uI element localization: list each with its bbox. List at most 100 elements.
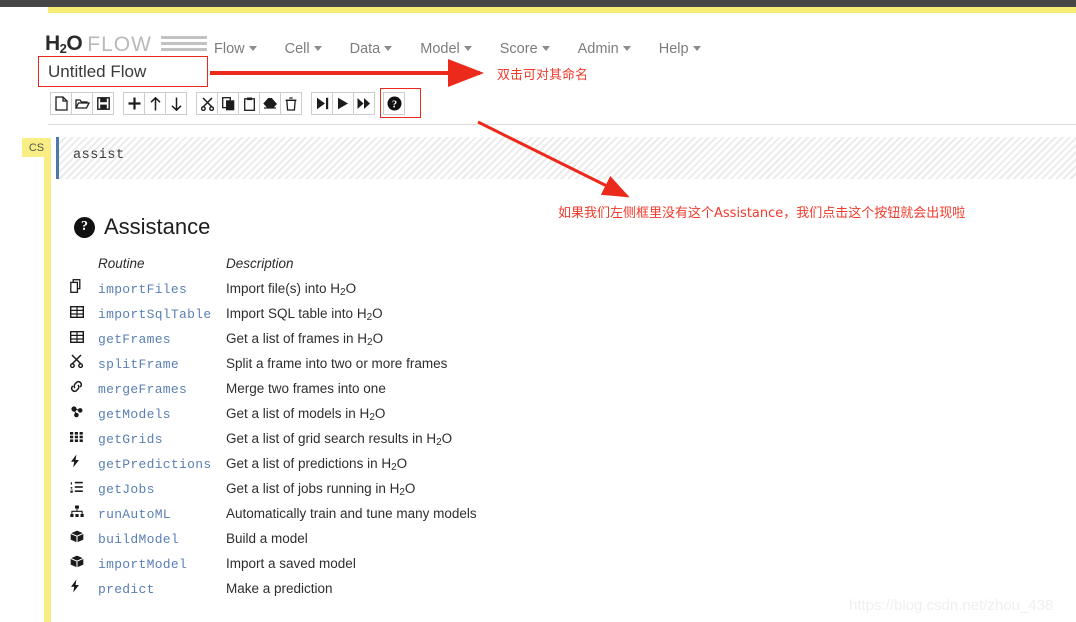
copy-files-icon	[70, 276, 98, 301]
lightning-icon	[70, 576, 98, 601]
chevron-down-icon	[463, 46, 472, 51]
chevron-down-icon	[384, 46, 393, 51]
open-flow-button[interactable]	[71, 92, 93, 115]
routine-link[interactable]: importModel	[98, 557, 187, 572]
table-row: mergeFrames Merge two frames into one	[70, 376, 477, 401]
routine-link[interactable]: importFiles	[98, 282, 187, 297]
sitemap-icon	[70, 501, 98, 526]
menu-item-data[interactable]: Data	[336, 37, 407, 61]
brand-logo: H2O FLOW	[45, 33, 207, 55]
assist-button-group: ?	[380, 88, 421, 118]
flow-name-container[interactable]	[38, 56, 208, 87]
table-row: getModels Get a list of models in H2O	[70, 401, 477, 426]
run-button-group	[311, 92, 375, 115]
table-row: getFrames Get a list of frames in H2O	[69, 326, 477, 351]
toolbar-divider	[48, 124, 1076, 125]
routine-description: Make a prediction	[226, 580, 333, 596]
menu-item-cell[interactable]: Cell	[271, 37, 336, 61]
routine-description: Merge two frames into one	[226, 380, 386, 396]
flow-name-input[interactable]	[38, 56, 208, 87]
delete-cell-button[interactable]	[280, 92, 302, 115]
routine-link[interactable]: runAutoML	[98, 507, 171, 522]
menu-item-flow[interactable]: Flow	[200, 37, 271, 61]
table-row: runAutoML Automatically train and tune m…	[70, 501, 477, 526]
routine-description: Get a list of grid search results in H2O	[226, 430, 453, 448]
cell-input-text: assist	[73, 148, 125, 163]
routine-link[interactable]: importSqlTable	[98, 307, 211, 322]
menu-item-admin[interactable]: Admin	[564, 37, 645, 61]
file-button-group	[50, 92, 114, 115]
link-icon	[70, 376, 98, 401]
assist-me-button[interactable]: ?	[383, 92, 405, 115]
routine-link[interactable]: getPredictions	[98, 457, 211, 472]
clipboard-button-group	[196, 92, 302, 115]
table-row: splitFrame Split a frame into two or mor…	[69, 351, 477, 376]
main-menu-bar: Flow Cell Data Model Score Admin Help	[200, 37, 715, 61]
cell-edit-button-group	[123, 92, 187, 115]
menu-item-score[interactable]: Score	[486, 37, 564, 61]
paste-cell-button[interactable]	[238, 92, 260, 115]
routine-description: Get a list of jobs running in H2O	[226, 480, 416, 498]
chevron-down-icon	[692, 46, 701, 51]
move-cell-up-button[interactable]	[144, 92, 166, 115]
table-icon	[69, 326, 98, 351]
routine-link[interactable]: getGrids	[98, 432, 163, 447]
routine-description: Split a frame into two or more frames	[226, 355, 448, 371]
cube-icon	[70, 551, 98, 576]
menu-label: Cell	[284, 41, 310, 57]
routine-link[interactable]: getFrames	[98, 332, 171, 347]
routine-link[interactable]: getModels	[98, 407, 171, 422]
table-row: buildModel Build a model	[70, 526, 477, 551]
table-row: getPredictions Get a list of predictions…	[70, 451, 477, 476]
routine-description: Automatically train and tune many models	[226, 505, 477, 521]
clear-cell-button[interactable]	[259, 92, 281, 115]
cube-icon	[70, 526, 98, 551]
menu-item-model[interactable]: Model	[406, 37, 486, 61]
column-header-description: Description	[226, 256, 294, 271]
grid-icon	[70, 426, 98, 451]
annotation-assist-button-note: 如果我们左侧框里没有这个Assistance，我们点击这个按钮就会出现啦	[558, 206, 966, 221]
cell-input-area[interactable]: assist	[56, 137, 1076, 179]
menu-label: Admin	[577, 41, 619, 57]
table-row: importSqlTable Import SQL table into H2O	[69, 301, 477, 326]
routine-link[interactable]: predict	[98, 582, 155, 597]
save-flow-button[interactable]	[92, 92, 114, 115]
routine-link[interactable]: splitFrame	[98, 357, 179, 372]
flow-toolbar: ?	[50, 88, 421, 118]
active-cell-strip	[44, 157, 51, 622]
routine-link[interactable]: getJobs	[98, 482, 155, 497]
copy-cell-button[interactable]	[217, 92, 239, 115]
chevron-down-icon	[248, 46, 257, 51]
chevron-down-icon	[541, 46, 550, 51]
menu-label: Data	[349, 41, 381, 57]
column-header-routine: Routine	[98, 256, 145, 271]
watermark: https://blog.csdn.net/zhou_438	[849, 597, 1054, 614]
insert-cell-button[interactable]	[123, 92, 145, 115]
top-dark-bar	[0, 0, 1076, 7]
table-row: getJobs Get a list of jobs running in H2…	[70, 476, 477, 501]
table-row: getGrids Get a list of grid search resul…	[70, 426, 477, 451]
annotation-flow-name-note: 双击可对其命名	[497, 68, 589, 83]
routine-description: Import file(s) into H2O	[226, 280, 357, 298]
scissors-icon	[69, 351, 98, 376]
chevron-down-icon	[622, 46, 631, 51]
routine-description: Import SQL table into H2O	[226, 305, 383, 323]
cell-type-badge: CS	[22, 138, 51, 157]
move-cell-down-button[interactable]	[165, 92, 187, 115]
run-all-cells-button[interactable]	[353, 92, 375, 115]
svg-text:?: ?	[391, 99, 396, 110]
table-row: predict Make a prediction	[70, 576, 477, 601]
menu-item-help[interactable]: Help	[645, 37, 715, 61]
assistance-output-panel: ? Assistance Routine Description importF…	[58, 190, 1068, 601]
menu-label: Help	[658, 41, 689, 57]
table-icon	[69, 301, 98, 326]
run-and-select-below-button[interactable]	[311, 92, 333, 115]
routine-link[interactable]: mergeFrames	[98, 382, 187, 397]
cut-cell-button[interactable]	[196, 92, 218, 115]
page-title: Assistance	[104, 214, 211, 239]
ordered-list-icon	[70, 476, 98, 501]
new-flow-button[interactable]	[50, 92, 72, 115]
routine-link[interactable]: buildModel	[98, 532, 179, 547]
run-cell-button[interactable]	[332, 92, 354, 115]
brand-flow-text: FLOW	[87, 32, 152, 56]
